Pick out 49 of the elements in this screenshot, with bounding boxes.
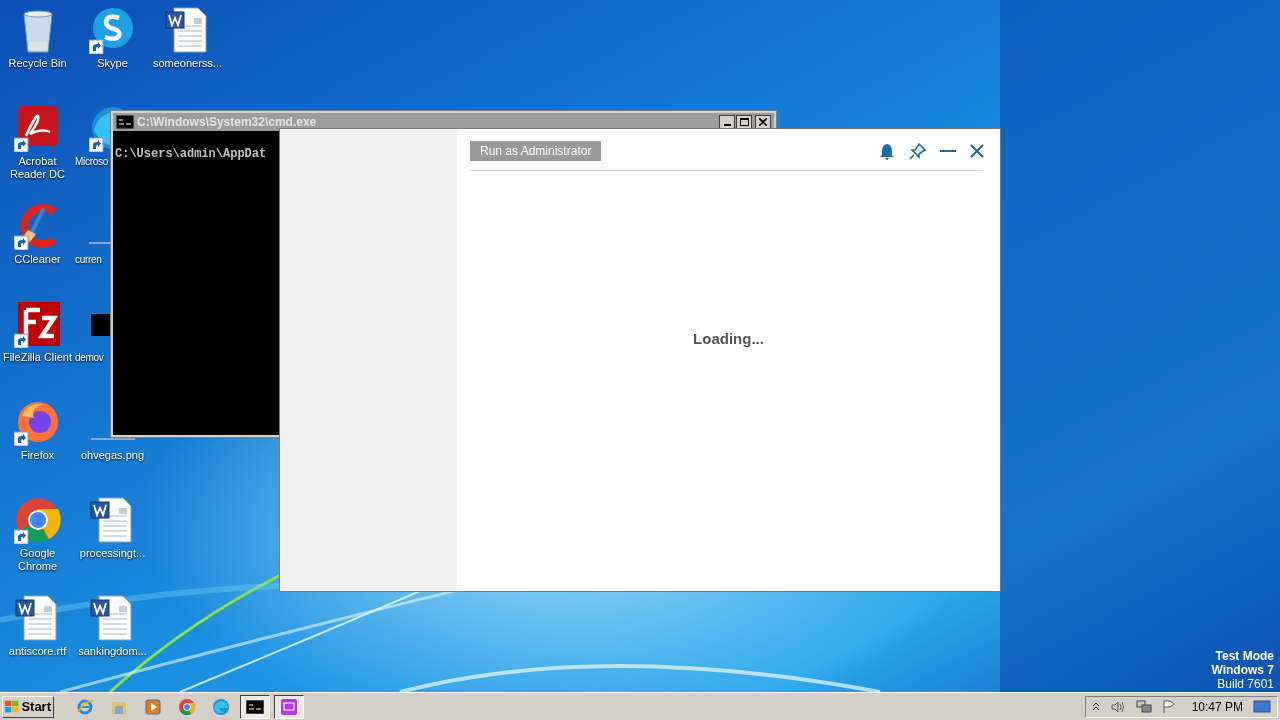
- icon-label[interactable]: ohvegas.png: [76, 449, 149, 462]
- taskbar-button[interactable]: [240, 694, 270, 719]
- windows-logo-icon: [5, 699, 20, 714]
- minimize-icon[interactable]: [940, 149, 956, 153]
- chrome-icon: [178, 697, 196, 716]
- window-title: C:\Windows\System32\cmd.exe: [137, 114, 317, 131]
- icon-label[interactable]: Recycle Bin: [1, 57, 74, 70]
- icon-label[interactable]: antiscore.rtf: [1, 645, 74, 658]
- close-icon[interactable]: [970, 144, 984, 158]
- icon-label[interactable]: CCleaner: [1, 253, 74, 266]
- app-icon: [280, 697, 298, 716]
- icon-label[interactable]: sankingdom...: [76, 645, 149, 658]
- close-icon: [759, 118, 767, 126]
- close-button[interactable]: [755, 115, 771, 129]
- icon-label[interactable]: Microso: [75, 155, 108, 168]
- chevron-up-icon[interactable]: [1091, 701, 1100, 712]
- speaker-icon[interactable]: [1109, 699, 1126, 714]
- clock[interactable]: 10:47 PM: [1191, 697, 1243, 716]
- edge-icon: [212, 697, 230, 716]
- terminal-icon: [116, 115, 134, 129]
- start-button[interactable]: Start: [2, 695, 54, 718]
- console-line: C:\Users\admin\AppDat: [115, 146, 267, 163]
- taskbar-button[interactable]: [274, 694, 304, 719]
- icon-label[interactable]: FileZilla Client: [1, 351, 74, 364]
- icon-label[interactable]: curren: [75, 253, 102, 266]
- show-desktop-icon[interactable]: [1253, 699, 1271, 714]
- terminal-icon: [246, 699, 264, 714]
- icon-label[interactable]: demov: [75, 351, 104, 364]
- browser-icon: [76, 697, 94, 716]
- system-info-text: Build 7601: [1217, 677, 1274, 691]
- icon-label[interactable]: Skype: [76, 57, 149, 70]
- icon-label[interactable]: Google Chrome: [1, 547, 74, 573]
- system-info-text: Windows 7: [1211, 663, 1274, 677]
- minimize-button[interactable]: [719, 115, 735, 129]
- icon-label[interactable]: processingt...: [76, 547, 149, 560]
- run-as-admin-button[interactable]: Run as Administrator: [470, 141, 602, 161]
- maximize-icon: [739, 118, 749, 126]
- media-player-icon: [144, 697, 162, 716]
- pin-icon[interactable]: [909, 142, 926, 160]
- network-icon[interactable]: [1135, 699, 1152, 714]
- bell-icon[interactable]: [879, 142, 895, 160]
- icon-label[interactable]: Acrobat Reader DC: [1, 155, 74, 181]
- flag-icon[interactable]: [1161, 699, 1176, 714]
- loading-text: Loading...: [693, 328, 764, 349]
- icon-label[interactable]: someonerss...: [151, 57, 224, 70]
- system-info-text: Test Mode: [1215, 649, 1274, 663]
- minimize-icon: [723, 124, 731, 126]
- maximize-button[interactable]: [736, 115, 752, 129]
- icon-label[interactable]: Firefox: [1, 449, 74, 462]
